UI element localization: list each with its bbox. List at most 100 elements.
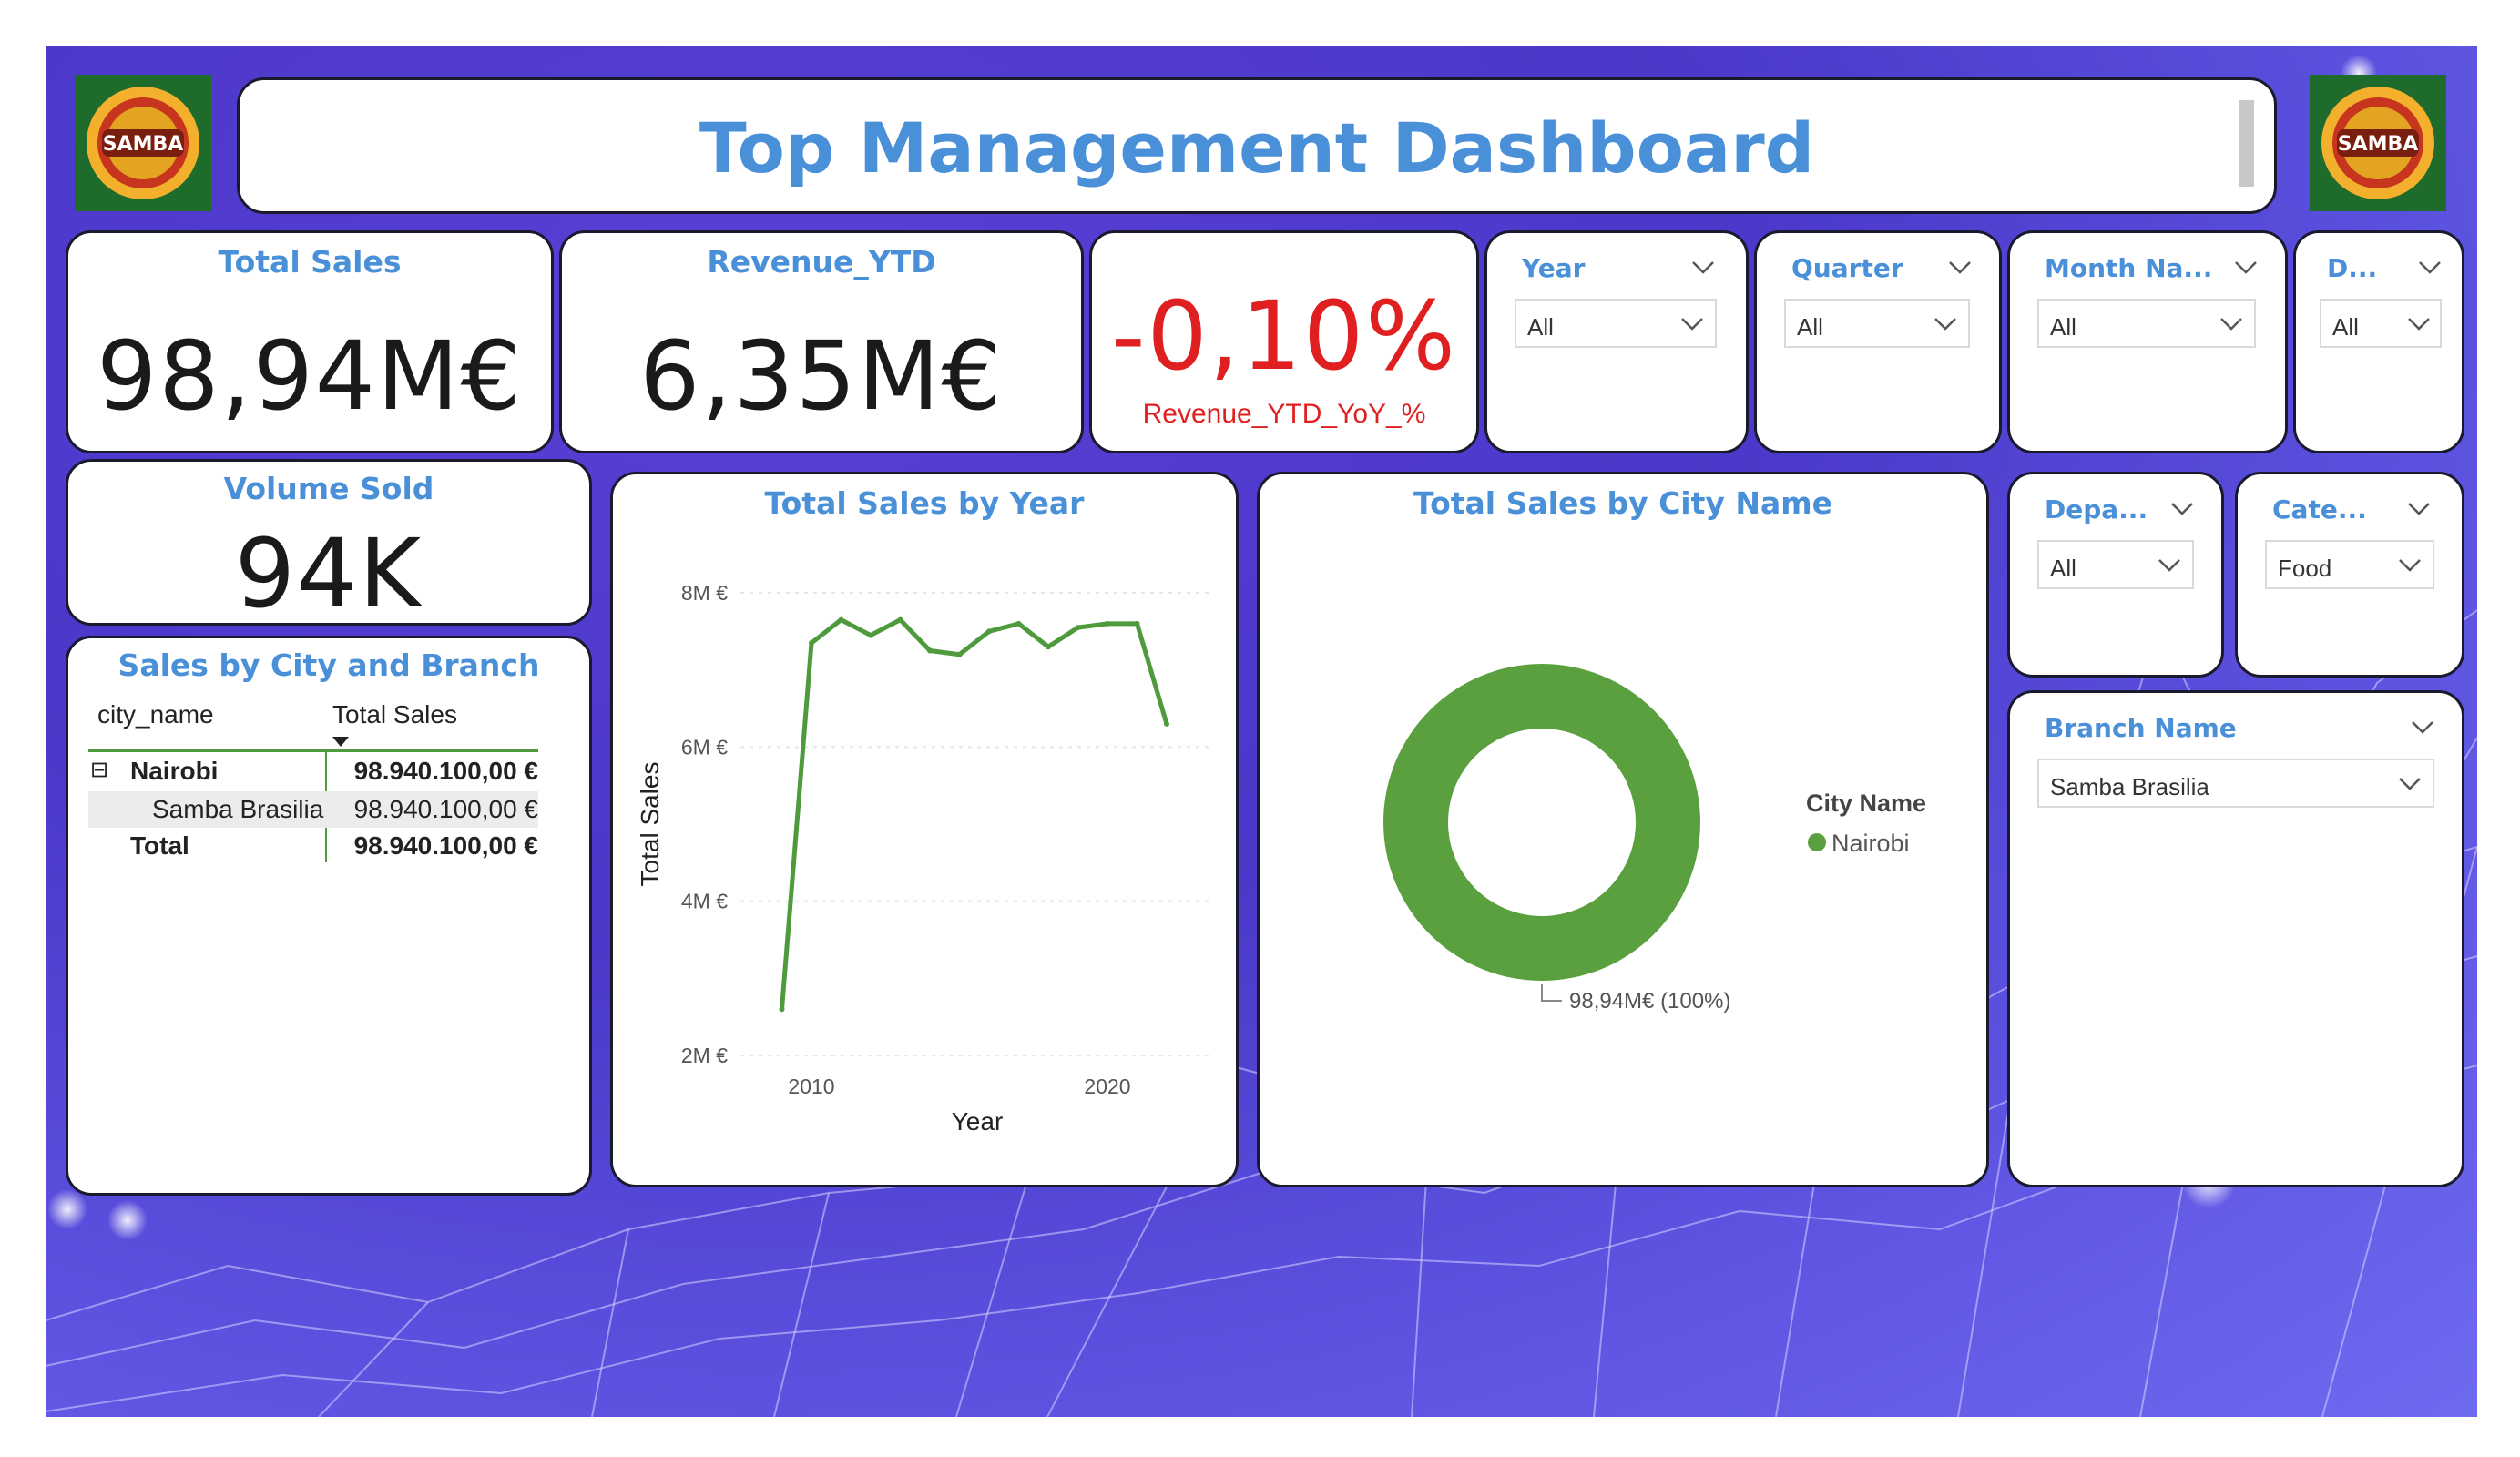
x-axis-label: Year	[952, 1107, 1004, 1136]
chevron-down-icon[interactable]	[2407, 502, 2431, 516]
month-dropdown-value: All	[2050, 313, 2076, 341]
branch-dropdown[interactable]: Samba Brasilia	[2037, 759, 2434, 808]
expand-collapse-icon[interactable]: ⊟	[90, 757, 108, 783]
month-slicer-title: Month Na...	[2045, 253, 2213, 283]
header-banner: Top Management Dashboard	[237, 77, 2277, 214]
svg-text:SAMBA: SAMBA	[2338, 133, 2419, 156]
day-slicer-title: D...	[2327, 253, 2378, 283]
chevron-down-icon[interactable]	[2170, 502, 2194, 516]
row-total-sales: 98.940.100,00 €	[353, 795, 538, 823]
chevron-down-icon[interactable]	[2398, 558, 2422, 573]
page-title: Top Management Dashboard	[699, 107, 1815, 188]
row-total-sales: 98.940.100,00 €	[353, 757, 538, 785]
quarter-dropdown-value: All	[1797, 313, 1823, 341]
table-row: Total 98.940.100,00 €	[88, 828, 538, 864]
y-tick-label: 4M €	[681, 890, 728, 913]
line-point[interactable]	[838, 616, 844, 623]
table-header-total-sales[interactable]: Total Sales	[332, 700, 457, 729]
branch-slicer-title: Branch Name	[2045, 713, 2237, 743]
quarter-slicer[interactable]: Quarter All	[1754, 230, 2002, 453]
legend-item-label[interactable]: Nairobi	[1831, 830, 1910, 857]
department-dropdown-value: All	[2050, 555, 2076, 582]
category-dropdown-value: Food	[2278, 555, 2332, 582]
quarter-dropdown[interactable]: All	[1784, 299, 1970, 348]
month-slicer[interactable]: Month Na... All	[2007, 230, 2288, 453]
donut-slice-nairobi[interactable]	[1383, 664, 1700, 981]
sort-descending-icon[interactable]	[332, 737, 349, 748]
revenue-ytd-label: Revenue_YTD	[707, 244, 936, 280]
department-slicer[interactable]: Depa... All	[2007, 472, 2224, 678]
x-tick-label: 2010	[788, 1075, 834, 1098]
row-branch-name: Samba Brasilia	[152, 795, 324, 823]
samba-logo-icon: SAMBA	[87, 87, 199, 199]
chevron-down-icon[interactable]	[2411, 720, 2434, 735]
chevron-down-icon[interactable]	[1691, 260, 1715, 275]
y-tick-label: 8M €	[681, 581, 728, 605]
line-point[interactable]	[927, 647, 933, 654]
line-point[interactable]	[779, 1006, 785, 1013]
category-slicer-title: Cate...	[2272, 494, 2367, 525]
line-point[interactable]	[1134, 620, 1140, 627]
chevron-down-icon[interactable]	[1680, 317, 1704, 331]
chevron-down-icon[interactable]	[1933, 317, 1957, 331]
chevron-down-icon[interactable]	[1948, 260, 1972, 275]
total-sales-label: Total Sales	[218, 244, 402, 280]
month-dropdown[interactable]: All	[2037, 299, 2256, 348]
volume-sold-label: Volume Sold	[223, 471, 434, 506]
chevron-down-icon[interactable]	[2234, 260, 2258, 275]
svg-text:SAMBA: SAMBA	[103, 133, 184, 156]
dashboard-canvas: SAMBA SAMBA Top Management Dashboard Tot…	[46, 46, 2477, 1417]
table-title: Sales by City and Branch	[117, 647, 540, 683]
quarter-slicer-title: Quarter	[1791, 253, 1903, 283]
day-dropdown-value: All	[2332, 313, 2359, 341]
line-point[interactable]	[1164, 720, 1169, 727]
table-header-divider	[88, 749, 538, 752]
chevron-down-icon[interactable]	[2407, 317, 2431, 331]
revenue-ytd-value: 6,35M€	[639, 321, 1004, 432]
revenue-ytd-card: Revenue_YTD 6,35M€	[559, 230, 1084, 453]
line-point[interactable]	[1075, 625, 1081, 631]
day-slicer[interactable]: D... All	[2293, 230, 2464, 453]
category-slicer[interactable]: Cate... Food	[2235, 472, 2464, 678]
total-sales-by-city-chart: Total Sales by City Name 98,94M€ (100%) C…	[1257, 472, 1989, 1187]
table-header-city[interactable]: city_name	[97, 700, 214, 729]
line-point[interactable]	[1015, 620, 1022, 627]
chevron-down-icon[interactable]	[2158, 558, 2181, 573]
year-dropdown[interactable]: All	[1515, 299, 1717, 348]
revenue-yoy-value: -0,10%	[1111, 280, 1457, 392]
revenue-yoy-card: -0,10% Revenue_YTD_YoY_%	[1089, 230, 1479, 453]
branch-slicer[interactable]: Branch Name Samba Brasilia	[2007, 690, 2464, 1187]
line-point[interactable]	[897, 616, 903, 623]
samba-logo-left: SAMBA	[75, 75, 211, 211]
day-dropdown[interactable]: All	[2320, 299, 2442, 348]
line-point[interactable]	[1046, 644, 1051, 650]
row-city-name: Nairobi	[130, 757, 219, 785]
sales-by-city-branch-table: Sales by City and Branch city_name Total…	[66, 636, 592, 1196]
department-dropdown[interactable]: All	[2037, 540, 2194, 589]
year-slicer[interactable]: Year All	[1484, 230, 1749, 453]
y-axis-label: Total Sales	[636, 762, 664, 887]
revenue-yoy-label: Revenue_YTD_YoY_%	[1142, 399, 1426, 429]
data-label-leader	[1541, 984, 1562, 1002]
chevron-down-icon[interactable]	[2219, 317, 2243, 331]
chevron-down-icon[interactable]	[2418, 260, 2442, 275]
y-tick-label: 2M €	[681, 1044, 728, 1067]
legend-marker[interactable]	[1808, 833, 1826, 851]
header-scrollbar[interactable]	[2239, 100, 2254, 187]
year-slicer-title: Year	[1522, 253, 1586, 283]
samba-logo-right: SAMBA	[2310, 75, 2446, 211]
line-point[interactable]	[956, 651, 963, 657]
line-point[interactable]	[868, 632, 873, 638]
total-sales-by-year-chart: Total Sales by Year 2M €4M €6M €8M €2010…	[610, 472, 1239, 1187]
sales-line-series[interactable]	[780, 617, 1169, 1010]
donut-chart-plot: 98,94M€ (100%) City Name Nairobi	[1383, 664, 1926, 1014]
line-point[interactable]	[1105, 620, 1110, 627]
total-sales-card: Total Sales 98,94M€	[66, 230, 554, 453]
table-row: ⊟ Nairobi 98.940.100,00 €	[88, 755, 538, 791]
category-dropdown[interactable]: Food	[2265, 540, 2434, 589]
legend-title: City Name	[1806, 790, 1926, 817]
line-point[interactable]	[986, 628, 992, 635]
line-point[interactable]	[809, 640, 814, 647]
volume-sold-card: Volume Sold 94K	[66, 459, 592, 626]
chevron-down-icon[interactable]	[2398, 777, 2422, 791]
